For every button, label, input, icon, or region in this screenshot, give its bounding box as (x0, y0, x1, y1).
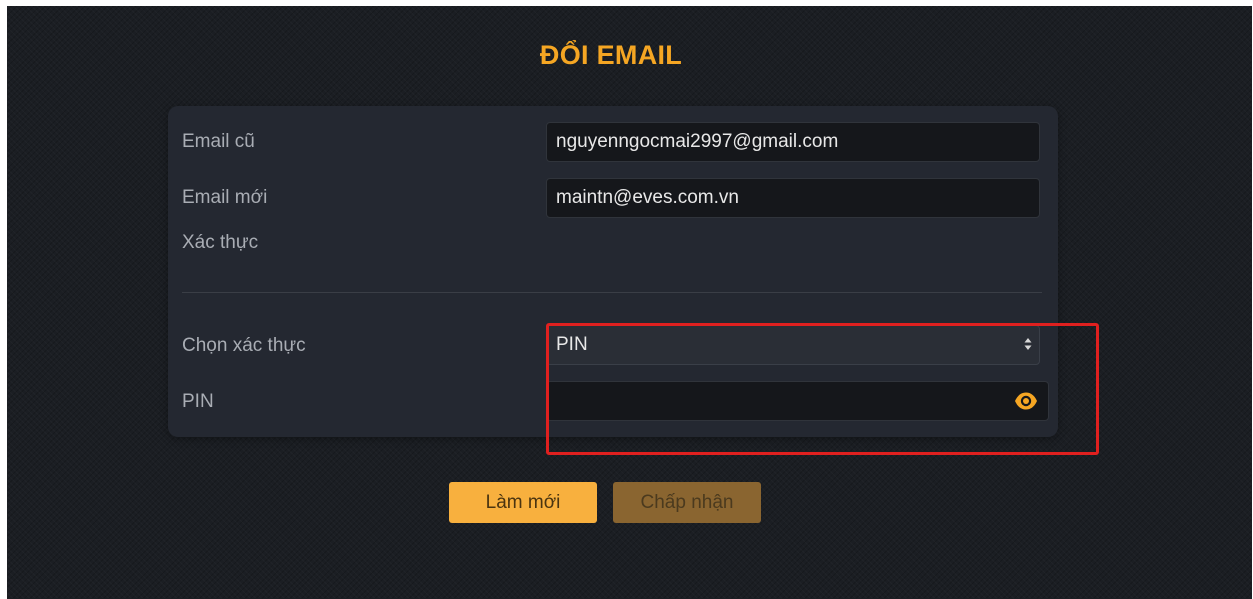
refresh-button[interactable]: Làm mới (449, 482, 597, 523)
old-email-field[interactable] (546, 122, 1040, 162)
page-title: ĐỔI EMAIL (539, 40, 683, 70)
verify-method-label: Chọn xác thực (182, 335, 306, 356)
new-email-field[interactable] (546, 178, 1040, 218)
verify-section-label: Xác thực (182, 232, 259, 253)
pin-label: PIN (182, 391, 214, 412)
highlight-annotation-box (546, 323, 1099, 455)
new-email-label: Email mới (182, 187, 268, 208)
accept-button[interactable]: Chấp nhận (613, 482, 761, 523)
section-divider (182, 292, 1042, 293)
old-email-label: Email cũ (182, 131, 255, 152)
page-background: ĐỔI EMAIL Email cũ Email mới Xác thực Ch… (7, 6, 1252, 599)
